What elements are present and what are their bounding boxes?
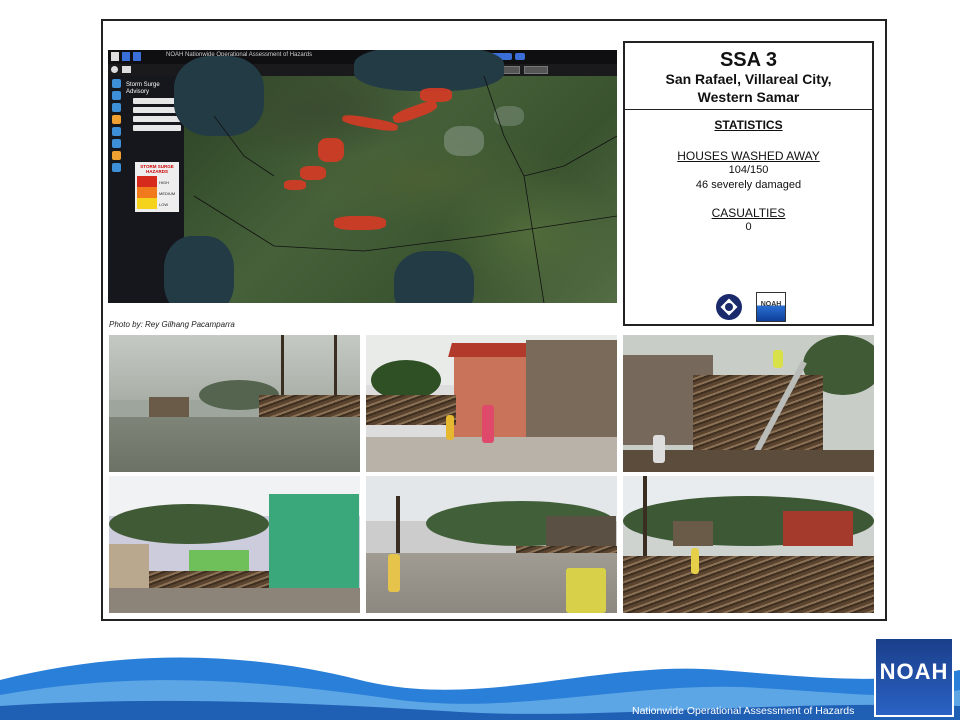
alert-icon <box>112 151 121 160</box>
toolbar-select-3 <box>524 66 548 74</box>
house <box>673 521 713 546</box>
sidebar-title-2: Advisory <box>126 89 150 95</box>
sidebar-title-1: Storm Surge <box>126 82 160 88</box>
zoom-icon <box>111 66 118 73</box>
photo-damaged-houses <box>366 335 617 472</box>
satellite-map <box>164 50 617 303</box>
weather-icon <box>112 139 121 148</box>
green-house <box>269 494 359 589</box>
twitter-button <box>515 53 525 60</box>
legend-title-2: HAZARDS <box>146 169 168 174</box>
dost-logo-icon <box>714 292 744 322</box>
tree-line <box>371 360 441 400</box>
damaged-value: 46 severely damaged <box>695 179 802 191</box>
photo-credit: Photo by: Rey Gilhang Pacamparra <box>109 320 235 329</box>
footer-tagline: Nationwide Operational Assessment of Haz… <box>632 705 855 717</box>
noah-logo-text: NOAH <box>760 301 782 308</box>
legend-label-medium: MEDIUM <box>159 191 176 196</box>
photo-ground <box>109 417 360 472</box>
layers-icon <box>122 52 130 61</box>
photo-flooded-village <box>109 335 360 472</box>
legend-label-low: LOW <box>159 202 169 207</box>
legend-swatch-medium <box>137 187 157 198</box>
house <box>149 397 189 417</box>
home-icon <box>111 52 119 61</box>
debris <box>366 395 456 425</box>
person <box>653 435 665 463</box>
photo-green-house <box>109 476 360 613</box>
palm-trunk <box>281 335 284 395</box>
storm-icon <box>112 79 121 88</box>
surge-icon <box>112 127 121 136</box>
casualties-heading: CASUALTIES <box>711 206 786 220</box>
photo-ground <box>109 588 360 613</box>
houses-heading: HOUSES WASHED AWAY <box>677 149 820 163</box>
casualties-value: 0 <box>745 221 752 233</box>
sidebar-select-3 <box>133 116 181 122</box>
legend-label-high: HIGH <box>159 180 169 185</box>
landslide-icon <box>112 115 121 124</box>
location-line-1: San Rafael, Villareal City, <box>665 71 832 87</box>
brick-house <box>454 349 534 439</box>
photo-wreckage <box>623 476 874 613</box>
wrecked-house <box>526 340 617 440</box>
bare-trunk <box>643 476 647 556</box>
photo-street <box>366 476 617 613</box>
person <box>446 415 454 440</box>
storm-surge-legend: STORM SURGE HAZARDS HIGH MEDIUM LOW <box>135 162 179 212</box>
storm-surge-map-screenshot: NOAH Nationwide Operational Assessment o… <box>108 50 617 303</box>
flood-icon <box>112 103 121 112</box>
person <box>388 554 400 592</box>
person <box>566 568 606 613</box>
legend-swatch-high <box>137 176 157 187</box>
noah-footer-logo-text: NOAH <box>879 659 949 684</box>
legend-swatch-low <box>137 198 157 209</box>
debris <box>623 556 874 613</box>
tree-line <box>109 504 269 544</box>
noah-logo-icon: NOAH <box>756 292 786 322</box>
photo-collapsed-house <box>623 335 874 472</box>
houses-value: 104/150 <box>728 164 769 176</box>
info-icon <box>112 163 121 172</box>
statistics-panel: SSA 3 San Rafael, Villareal City, Wester… <box>623 41 874 326</box>
menu-icon <box>122 66 131 73</box>
boundary-lines <box>193 76 617 303</box>
house <box>109 544 149 589</box>
person <box>773 350 783 368</box>
location-line-2: Western Samar <box>697 89 800 105</box>
bare-trunk <box>396 496 400 556</box>
noah-footer-logo-icon: NOAH <box>874 637 954 717</box>
rain-icon <box>112 91 121 100</box>
panel-title: SSA 3 <box>719 49 778 71</box>
red-roof-house <box>783 511 853 546</box>
sidebar-select-4 <box>133 125 181 131</box>
panel-divider <box>625 109 872 110</box>
statistics-heading: STATISTICS <box>714 118 783 132</box>
noah-mini-icon <box>133 52 141 61</box>
person <box>482 405 494 443</box>
person <box>691 548 699 574</box>
